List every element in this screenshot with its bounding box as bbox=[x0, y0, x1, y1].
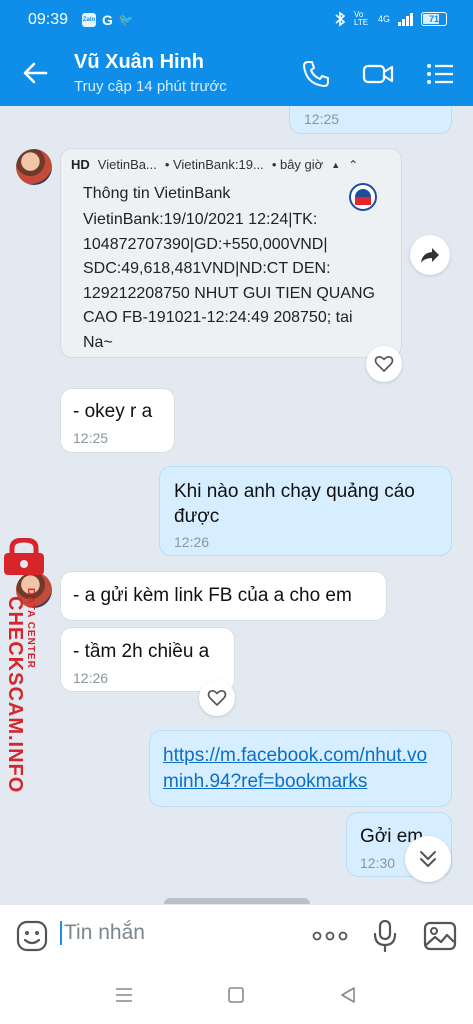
message-outgoing[interactable]: Khi nào anh chạy quảng cáo được 12:26 bbox=[159, 466, 452, 556]
message-outgoing-link[interactable]: https://m.facebook.com/nhut.vominh.94?re… bbox=[149, 730, 452, 807]
watermark: CHECKSCAM.INFO DATA CENTER bbox=[0, 538, 52, 793]
chevron-up-icon: ⌃ bbox=[348, 157, 359, 172]
video-call-icon[interactable] bbox=[362, 58, 394, 90]
notification-title: Thông tin VietinBank bbox=[83, 185, 231, 202]
text-cursor bbox=[60, 921, 62, 946]
bluetooth-icon bbox=[335, 11, 346, 27]
message-incoming[interactable]: - okey r a 12:25 bbox=[60, 388, 175, 453]
watermark-main-text: CHECKSCAM.INFO bbox=[4, 596, 26, 794]
message-time: 12:25 bbox=[304, 110, 340, 127]
forwarded-notification-card[interactable]: HD VietinBa... • VietinBank:19... • bây … bbox=[60, 148, 402, 358]
notification-app-name: VietinBa... bbox=[97, 157, 157, 172]
message-time: 12:25 bbox=[73, 429, 109, 446]
battery-percent: 71 bbox=[428, 14, 439, 24]
status-time: 09:39 bbox=[28, 11, 69, 28]
heart-icon bbox=[207, 690, 227, 706]
google-app-icon: G bbox=[102, 12, 113, 28]
chat-header: Vũ Xuân Hinh Truy cập 14 phút trước bbox=[0, 40, 473, 106]
bell-icon: ▲ bbox=[331, 159, 341, 170]
signal-icon bbox=[398, 12, 413, 26]
contact-name[interactable]: Vũ Xuân Hinh bbox=[74, 51, 204, 74]
battery-icon: 71 bbox=[421, 12, 447, 26]
message-input-bar: Tin nhắn bbox=[0, 904, 473, 966]
heart-icon bbox=[374, 356, 394, 372]
bird-app-icon: 🐦 bbox=[118, 13, 134, 27]
notification-header: HD VietinBa... • VietinBank:19... • bây … bbox=[71, 157, 358, 172]
message-incoming[interactable]: - a gửi kèm link FB của a cho em bbox=[60, 571, 387, 621]
chat-messages[interactable]: 12:25 HD VietinBa... • VietinBank:19... … bbox=[0, 106, 473, 904]
react-heart-button[interactable] bbox=[199, 680, 235, 716]
facebook-link[interactable]: https://m.facebook.com/nhut.vominh.94?re… bbox=[163, 743, 438, 795]
double-chevron-down-icon bbox=[420, 851, 436, 867]
microphone-icon[interactable] bbox=[372, 919, 398, 953]
watermark-sub-text: DATA CENTER bbox=[25, 588, 36, 669]
message-text: - tầm 2h chiều a bbox=[73, 641, 210, 662]
message-time: 12:26 bbox=[73, 669, 109, 686]
recent-apps-icon[interactable] bbox=[115, 987, 133, 1003]
hd-badge: HD bbox=[71, 157, 90, 172]
status-bar: 09:39 Zalo G 🐦 Vo LTE 4G 71 bbox=[0, 0, 473, 40]
system-status: Vo LTE 4G 71 bbox=[334, 11, 447, 27]
last-seen-status: Truy cập 14 phút trước bbox=[74, 78, 227, 95]
message-input[interactable]: Tin nhắn bbox=[60, 921, 145, 946]
system-navigation-bar bbox=[0, 966, 473, 1024]
forward-button[interactable] bbox=[410, 235, 450, 275]
notification-body: VietinBank:19/10/2021 12:24|TK: 10487270… bbox=[83, 211, 375, 351]
contact-avatar[interactable] bbox=[16, 149, 52, 185]
back-nav-icon[interactable] bbox=[339, 986, 357, 1004]
message-text: - a gửi kèm link FB của a cho em bbox=[73, 585, 352, 606]
zalo-app-icon: Zalo bbox=[82, 13, 96, 27]
vietinbank-logo bbox=[349, 183, 377, 211]
more-options-icon[interactable] bbox=[312, 931, 348, 941]
image-gallery-icon[interactable] bbox=[423, 921, 457, 951]
share-arrow-icon bbox=[421, 248, 439, 263]
notification-source: • VietinBank:19... bbox=[164, 157, 264, 172]
back-arrow-icon[interactable] bbox=[20, 58, 50, 88]
network-type-label: 4G bbox=[377, 14, 390, 24]
sticker-emoji-icon[interactable] bbox=[15, 919, 49, 953]
message-time: 12:26 bbox=[174, 534, 210, 551]
message-text: - okey r a bbox=[73, 401, 153, 422]
notification-icons: Zalo G 🐦 bbox=[82, 12, 134, 28]
react-heart-button[interactable] bbox=[366, 346, 402, 382]
menu-list-icon[interactable] bbox=[424, 58, 456, 90]
message-text: Khi nào anh chạy quảng cáo được bbox=[174, 481, 415, 527]
notification-time: • bây giờ bbox=[271, 157, 324, 172]
volte-label: Vo LTE bbox=[353, 10, 369, 27]
message-outgoing[interactable]: 12:25 bbox=[289, 106, 452, 134]
phone-call-icon[interactable] bbox=[300, 58, 332, 90]
padlock-icon bbox=[4, 538, 44, 575]
message-input-placeholder: Tin nhắn bbox=[64, 921, 145, 944]
scroll-to-bottom-button[interactable] bbox=[405, 836, 451, 882]
home-icon[interactable] bbox=[227, 986, 245, 1004]
